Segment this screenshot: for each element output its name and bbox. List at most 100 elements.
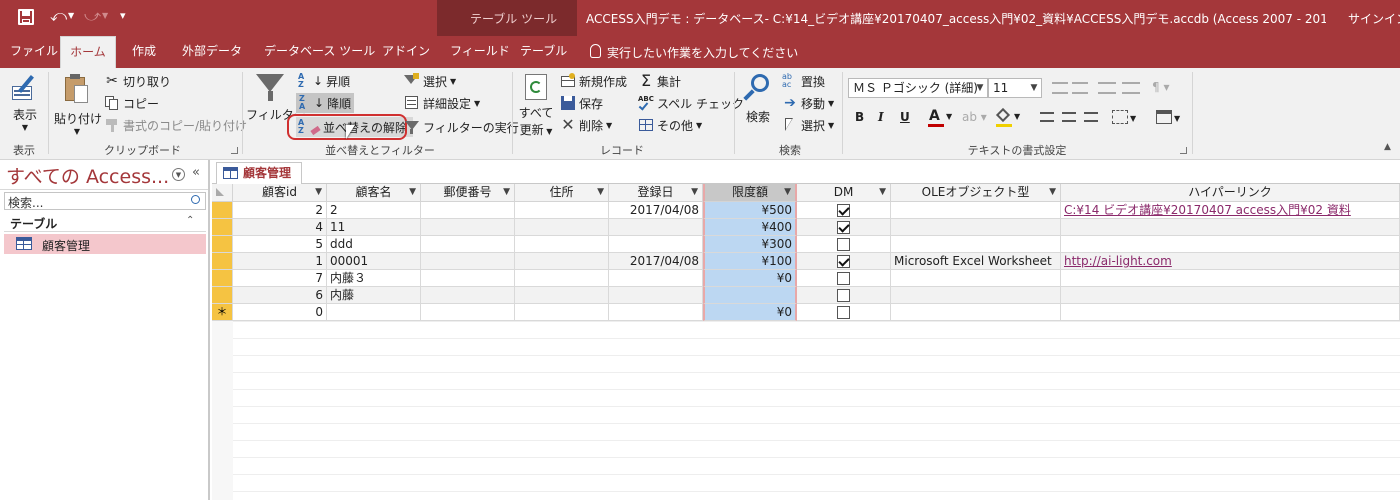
background-color-icon[interactable]: ▼ — [995, 107, 1020, 128]
dm-checkbox[interactable] — [837, 221, 850, 234]
tab-create[interactable]: 作成 — [124, 36, 164, 68]
cell-credit-limit[interactable]: ¥300 — [703, 236, 797, 253]
cell-ole-object[interactable] — [891, 202, 1061, 219]
dm-checkbox[interactable] — [837, 255, 850, 268]
cell-credit-limit[interactable]: ¥100 — [703, 253, 797, 270]
cell-address[interactable] — [515, 270, 609, 287]
cell-customer-id[interactable]: 6 — [233, 287, 327, 304]
cell-ole-object[interactable] — [891, 236, 1061, 253]
column-dropdown-icon[interactable]: ▼ — [315, 184, 322, 201]
cell-zip[interactable] — [421, 236, 515, 253]
column-dropdown-icon[interactable]: ▼ — [879, 184, 886, 201]
cut-button[interactable]: ✂ 切り取り — [104, 71, 171, 91]
cell-customer-id[interactable]: 4 — [233, 219, 327, 236]
search-icon[interactable] — [191, 195, 200, 204]
column-dropdown-icon[interactable]: ▼ — [597, 184, 604, 201]
dm-checkbox[interactable] — [837, 306, 850, 319]
cell-registered-date[interactable]: 2017/04/08 — [609, 253, 703, 270]
paste-button[interactable]: 貼り付け ▼ — [54, 72, 102, 136]
cell-address[interactable] — [515, 304, 609, 321]
column-dropdown-icon[interactable]: ▼ — [1049, 184, 1056, 201]
cell-zip[interactable] — [421, 287, 515, 304]
undo-dropdown-icon[interactable]: ▼ — [68, 11, 74, 20]
refresh-all-button[interactable]: すべて 更新 ▼ — [516, 72, 556, 138]
section-collapse-icon[interactable]: ⌃ — [186, 215, 194, 226]
cell-dm[interactable] — [797, 253, 891, 270]
alternate-row-dropdown-icon[interactable]: ▼ — [1174, 114, 1180, 123]
column-header-address[interactable]: 住所 ▼ — [515, 184, 609, 202]
dm-checkbox[interactable] — [837, 238, 850, 251]
align-center-icon[interactable] — [1062, 112, 1076, 122]
record-selector[interactable] — [212, 236, 233, 253]
cell-registered-date[interactable]: 2017/04/08 — [609, 202, 703, 219]
column-header-customer-id[interactable]: 顧客id ▼ — [233, 184, 327, 202]
tab-fields[interactable]: フィールド — [444, 36, 510, 68]
cell-customer-name[interactable]: ddd — [327, 236, 421, 253]
redo-dropdown-icon[interactable]: ▼ — [102, 11, 108, 20]
new-record-button[interactable]: 新規作成 — [560, 71, 627, 91]
cell-ole-object[interactable] — [891, 270, 1061, 287]
sort-descending-button[interactable]: ZA ↓ 降順 — [296, 93, 355, 113]
cell-dm[interactable] — [797, 219, 891, 236]
column-header-customer-name[interactable]: 顧客名 ▼ — [327, 184, 421, 202]
nav-search-input[interactable]: 検索... — [8, 194, 43, 211]
cell-credit-limit[interactable]: ¥0 — [703, 304, 797, 321]
record-selector[interactable] — [212, 219, 233, 236]
cell-registered-date[interactable] — [609, 270, 703, 287]
cell-customer-name[interactable]: 11 — [327, 219, 421, 236]
select-all-corner[interactable] — [212, 184, 233, 202]
cell-zip[interactable] — [421, 253, 515, 270]
column-dropdown-icon[interactable]: ▼ — [503, 184, 510, 201]
cell-customer-name[interactable] — [327, 304, 421, 321]
datasheet-grid[interactable]: 顧客id ▼ 顧客名 ▼ 郵便番号 ▼ 住所 ▼ 登録日 ▼ 限度額 ▼ DM ▼ OLEオブ… — [212, 184, 1400, 500]
cell-customer-id[interactable]: 0 — [233, 304, 327, 321]
cell-credit-limit[interactable]: ¥400 — [703, 219, 797, 236]
nav-header[interactable]: すべての Access... ▼ « — [0, 160, 208, 190]
hyperlink-text[interactable]: C:¥14 ビデオ講座¥20170407 access入門¥02 資料 — [1064, 203, 1351, 217]
tell-me-input[interactable]: 実行したい作業を入力してください — [607, 44, 798, 61]
cell-address[interactable] — [515, 253, 609, 270]
text-format-launcher-icon[interactable] — [1180, 147, 1187, 154]
bullets-icon[interactable] — [1052, 82, 1068, 94]
cell-hyperlink[interactable]: C:¥14 ビデオ講座¥20170407 access入門¥02 資料 — [1061, 202, 1400, 219]
record-selector[interactable] — [212, 270, 233, 287]
totals-button[interactable]: Σ 集計 — [638, 71, 681, 91]
save-icon[interactable] — [18, 9, 34, 25]
increase-indent-icon[interactable] — [1122, 82, 1140, 94]
cell-address[interactable] — [515, 219, 609, 236]
toggle-filter-button[interactable]: フィルターの実行 — [404, 117, 519, 137]
cell-registered-date[interactable] — [609, 304, 703, 321]
qat-customize-icon[interactable]: ▾ — [120, 9, 126, 22]
clipboard-launcher-icon[interactable] — [231, 147, 238, 154]
cell-address[interactable] — [515, 236, 609, 253]
cell-zip[interactable] — [421, 202, 515, 219]
cell-dm[interactable] — [797, 287, 891, 304]
column-header-credit-limit[interactable]: 限度額 ▼ — [703, 184, 797, 202]
selection-filter-button[interactable]: 選択 ▼ — [404, 71, 456, 91]
column-dropdown-icon[interactable]: ▼ — [409, 184, 416, 201]
decrease-indent-icon[interactable] — [1098, 82, 1116, 94]
find-button[interactable]: 検索 — [740, 72, 776, 136]
save-record-button[interactable]: 保存 — [560, 93, 603, 113]
dm-checkbox[interactable] — [837, 204, 850, 217]
record-selector[interactable] — [212, 253, 233, 270]
record-selector[interactable] — [212, 202, 233, 219]
more-records-button[interactable]: その他 ▼ — [638, 115, 702, 135]
font-color-button[interactable]: A ▼ — [928, 108, 954, 128]
cell-ole-object[interactable]: Microsoft Excel Worksheet — [891, 253, 1061, 270]
numbering-icon[interactable] — [1072, 82, 1088, 94]
align-left-icon[interactable] — [1040, 112, 1054, 122]
cell-dm[interactable] — [797, 304, 891, 321]
paragraph-direction-icon[interactable]: ¶ ▾ — [1152, 80, 1169, 94]
bold-button[interactable]: B — [855, 110, 864, 124]
cell-ole-object[interactable] — [891, 287, 1061, 304]
column-header-zip[interactable]: 郵便番号 ▼ — [421, 184, 515, 202]
cell-registered-date[interactable] — [609, 236, 703, 253]
sort-descending-indicator-icon[interactable]: ▼ — [784, 184, 791, 201]
dm-checkbox[interactable] — [837, 272, 850, 285]
record-selector[interactable] — [212, 287, 233, 304]
cell-zip[interactable] — [421, 270, 515, 287]
highlight-color-icon[interactable]: ab ▾ — [962, 110, 987, 124]
sort-ascending-button[interactable]: AZ ↓ 昇順 — [298, 71, 350, 91]
nav-menu-chevron-icon[interactable]: ▼ — [172, 168, 185, 181]
